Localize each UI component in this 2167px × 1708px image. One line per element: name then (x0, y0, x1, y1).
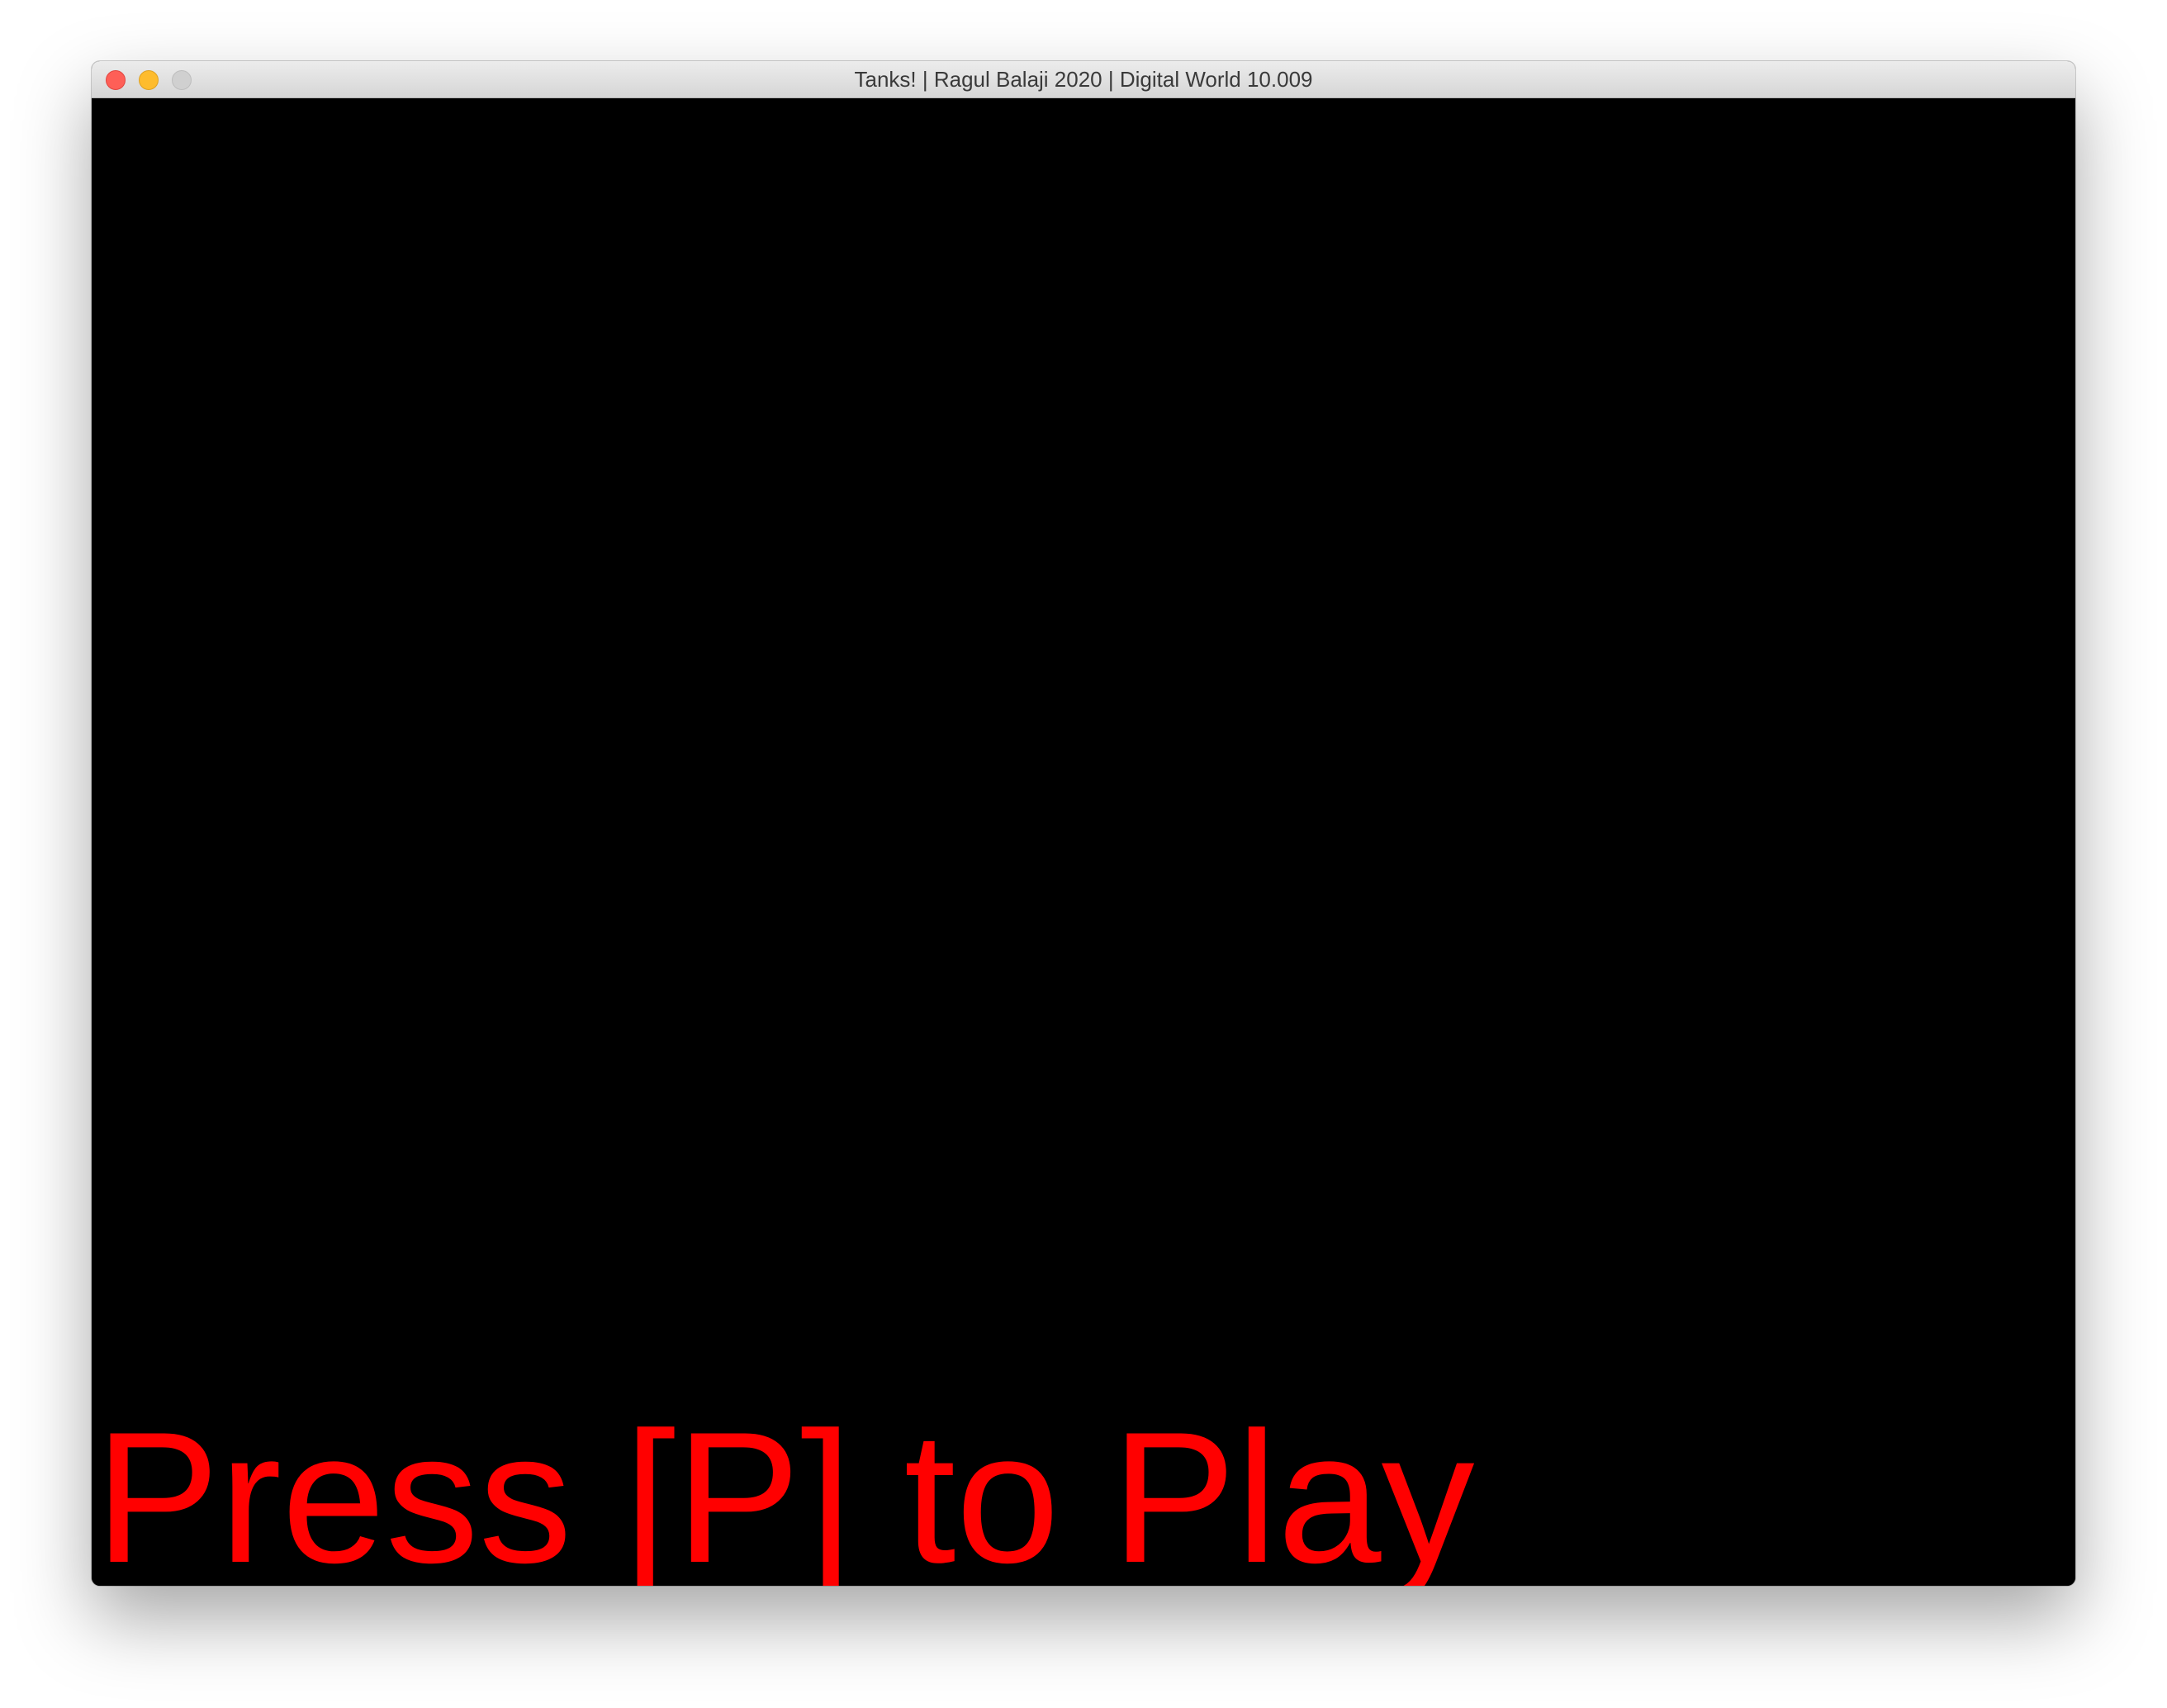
title-bar[interactable]: Tanks! | Ragul Balaji 2020 | Digital Wor… (92, 61, 2075, 98)
game-window: Tanks! | Ragul Balaji 2020 | Digital Wor… (92, 61, 2075, 1586)
press-p-to-play-prompt: Press [P] to Play (95, 1392, 1475, 1587)
game-canvas[interactable]: Press [P] to Play (92, 98, 2075, 1586)
window-title: Tanks! | Ragul Balaji 2020 | Digital Wor… (854, 67, 1313, 92)
